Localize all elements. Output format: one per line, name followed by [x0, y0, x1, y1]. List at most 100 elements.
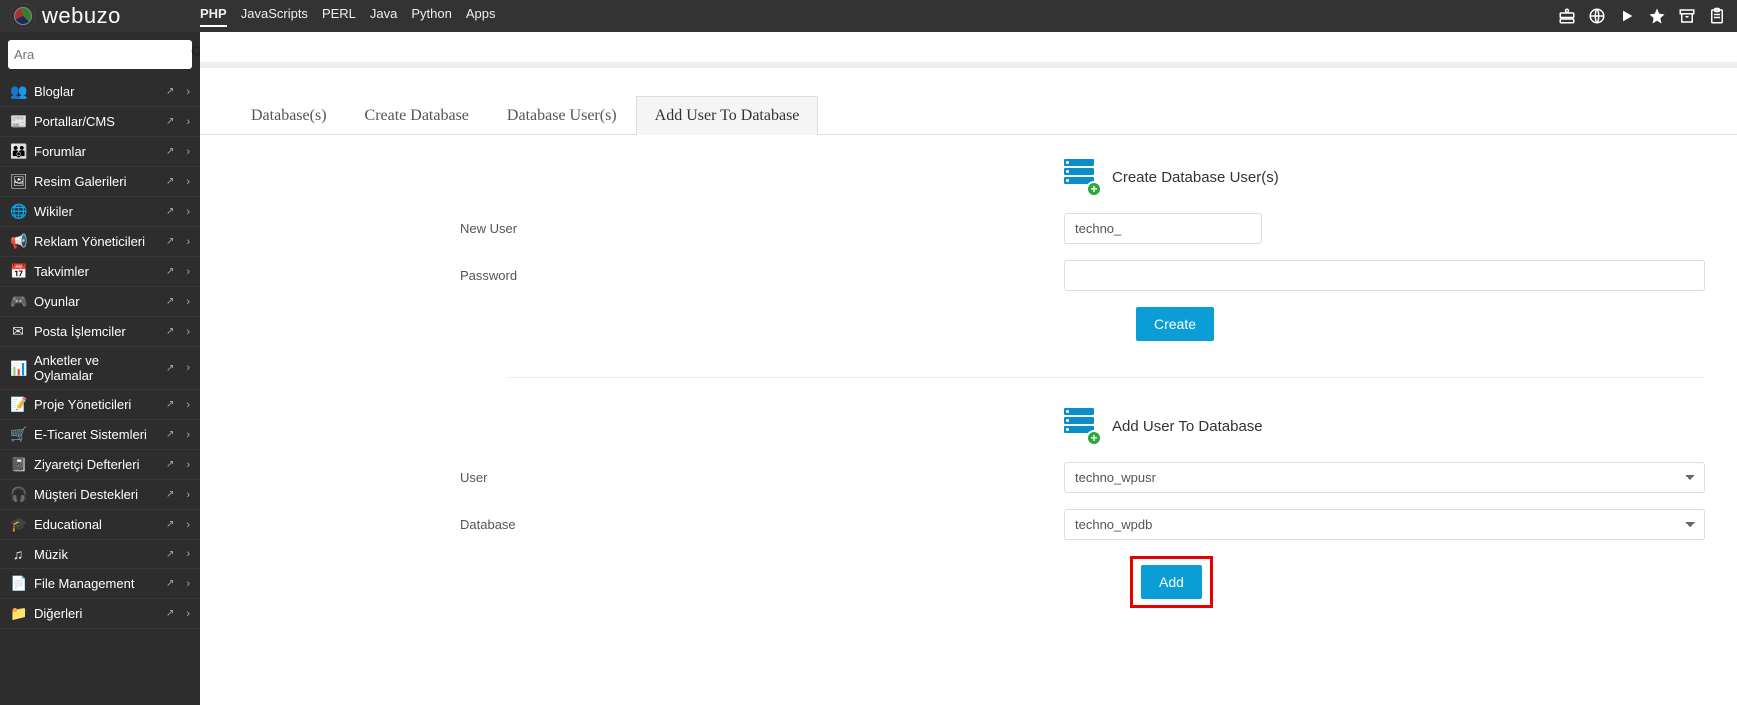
external-link-icon[interactable]: ↗ — [166, 399, 174, 410]
external-link-icon[interactable]: ↗ — [166, 266, 174, 277]
sidebar-item-icon: 🎧 — [10, 486, 26, 503]
chevron-right-icon: › — [186, 236, 190, 248]
sidebar-item[interactable]: 📢Reklam Yöneticileri↗› — [0, 227, 200, 257]
globe-settings-icon[interactable] — [1587, 6, 1607, 26]
chevron-right-icon: › — [186, 399, 190, 411]
tabs: Database(s)Create DatabaseDatabase User(… — [200, 96, 1737, 135]
sidebar-item[interactable]: ♫Müzik↗› — [0, 540, 200, 569]
add-button[interactable]: Add — [1141, 565, 1202, 599]
external-link-icon[interactable]: ↗ — [166, 363, 174, 374]
section-title: Create Database User(s) — [1112, 169, 1279, 186]
sidebar-item[interactable]: 🎮Oyunlar↗› — [0, 287, 200, 317]
search-input[interactable] — [14, 47, 190, 62]
external-link-icon[interactable]: ↗ — [166, 206, 174, 217]
topnav-item[interactable]: Python — [411, 6, 451, 27]
sidebar: 👥Bloglar↗›📰Portallar/CMS↗›👪Forumlar↗›🖼Re… — [0, 32, 200, 705]
external-link-icon[interactable]: ↗ — [166, 578, 174, 589]
sidebar-item-label: Bloglar — [34, 84, 158, 99]
external-link-icon[interactable]: ↗ — [166, 116, 174, 127]
highlight-box: Add — [1130, 556, 1213, 608]
topnav-item[interactable]: Java — [370, 6, 397, 27]
topnav-item[interactable]: PERL — [322, 6, 356, 27]
sidebar-item[interactable]: 🎓Educational↗› — [0, 510, 200, 540]
create-button[interactable]: Create — [1136, 307, 1214, 341]
sidebar-item[interactable]: 📊Anketler ve Oylamalar↗› — [0, 347, 200, 390]
sidebar-item[interactable]: ✉Posta İşlemciler↗› — [0, 317, 200, 347]
chevron-right-icon: › — [186, 578, 190, 590]
label-new-user: New User — [460, 221, 1064, 236]
tab[interactable]: Database(s) — [232, 96, 346, 135]
sidebar-item-icon: 🌐 — [10, 203, 26, 220]
sidebar-item-label: Educational — [34, 517, 158, 532]
topnav-item[interactable]: Apps — [466, 6, 496, 27]
external-link-icon[interactable]: ↗ — [166, 236, 174, 247]
external-link-icon[interactable]: ↗ — [166, 519, 174, 530]
tab[interactable]: Add User To Database — [636, 96, 819, 135]
chevron-right-icon: › — [186, 362, 190, 374]
archive-icon[interactable] — [1677, 6, 1697, 26]
sidebar-item-label: Posta İşlemciler — [34, 324, 158, 339]
logo[interactable]: webuzo — [10, 3, 200, 29]
brand-text: webuzo — [42, 3, 121, 29]
label-user: User — [460, 470, 1064, 485]
section-create-user-head: + Create Database User(s) — [1064, 159, 1705, 195]
section-title: Add User To Database — [1112, 418, 1263, 435]
external-link-icon[interactable]: ↗ — [166, 608, 174, 619]
star-icon[interactable] — [1647, 6, 1667, 26]
external-link-icon[interactable]: ↗ — [166, 176, 174, 187]
topnav: PHP JavaScripts PERL Java Python Apps — [200, 6, 496, 27]
chevron-right-icon: › — [186, 489, 190, 501]
sidebar-item-icon: 📝 — [10, 396, 26, 413]
sidebar-item-icon: 📅 — [10, 263, 26, 280]
sidebar-item[interactable]: 🛒E-Ticaret Sistemleri↗› — [0, 420, 200, 450]
section-add-user-head: + Add User To Database — [1064, 408, 1705, 444]
sidebar-item[interactable]: 📰Portallar/CMS↗› — [0, 107, 200, 137]
separator — [508, 377, 1705, 378]
external-link-icon[interactable]: ↗ — [166, 459, 174, 470]
sidebar-item[interactable]: 🎧Müşteri Destekleri↗› — [0, 480, 200, 510]
sidebar-list: 👥Bloglar↗›📰Portallar/CMS↗›👪Forumlar↗›🖼Re… — [0, 77, 200, 705]
external-link-icon[interactable]: ↗ — [166, 429, 174, 440]
topnav-item[interactable]: PHP — [200, 6, 227, 27]
sidebar-item[interactable]: 🖼Resim Galerileri↗› — [0, 167, 200, 197]
sidebar-item[interactable]: 📁Diğerleri↗› — [0, 599, 200, 629]
topnav-item[interactable]: JavaScripts — [241, 6, 308, 27]
sidebar-item[interactable]: 👪Forumlar↗› — [0, 137, 200, 167]
sidebar-item-label: Diğerleri — [34, 606, 158, 621]
password-input[interactable] — [1064, 260, 1705, 291]
sidebar-item-icon: 📰 — [10, 113, 26, 130]
sidebar-item-label: Forumlar — [34, 144, 158, 159]
sidebar-item[interactable]: 🌐Wikiler↗› — [0, 197, 200, 227]
play-icon[interactable] — [1617, 6, 1637, 26]
sidebar-item[interactable]: 📄File Management↗› — [0, 569, 200, 599]
external-link-icon[interactable]: ↗ — [166, 146, 174, 157]
new-user-input[interactable] — [1064, 213, 1262, 244]
sidebar-item-label: Wikiler — [34, 204, 158, 219]
main: Database(s)Create DatabaseDatabase User(… — [200, 32, 1737, 705]
user-select[interactable]: techno_wpusr — [1064, 462, 1705, 493]
sidebar-item[interactable]: 👥Bloglar↗› — [0, 77, 200, 107]
sidebar-item-icon: 🎮 — [10, 293, 26, 310]
external-link-icon[interactable]: ↗ — [166, 549, 174, 560]
sidebar-item-icon: 📊 — [10, 360, 26, 377]
external-link-icon[interactable]: ↗ — [166, 296, 174, 307]
sidebar-item[interactable]: 📝Proje Yöneticileri↗› — [0, 390, 200, 420]
external-link-icon[interactable]: ↗ — [166, 86, 174, 97]
sidebar-item[interactable]: 📓Ziyaretçi Defterleri↗› — [0, 450, 200, 480]
chevron-right-icon: › — [186, 548, 190, 560]
clipboard-icon[interactable] — [1707, 6, 1727, 26]
row-database: Database techno_wpdb — [460, 509, 1705, 540]
sidebar-item-icon: 🖼 — [10, 173, 26, 190]
tab[interactable]: Create Database — [346, 96, 488, 135]
external-link-icon[interactable]: ↗ — [166, 489, 174, 500]
sidebar-item-label: Ziyaretçi Defterleri — [34, 457, 158, 472]
sidebar-item-icon: 🎓 — [10, 516, 26, 533]
chevron-right-icon: › — [186, 296, 190, 308]
search-box[interactable] — [8, 40, 192, 69]
database-select[interactable]: techno_wpdb — [1064, 509, 1705, 540]
external-link-icon[interactable]: ↗ — [166, 326, 174, 337]
sidebar-item[interactable]: 📅Takvimler↗› — [0, 257, 200, 287]
tab[interactable]: Database User(s) — [488, 96, 636, 135]
chevron-right-icon: › — [186, 86, 190, 98]
domains-icon[interactable] — [1557, 6, 1577, 26]
